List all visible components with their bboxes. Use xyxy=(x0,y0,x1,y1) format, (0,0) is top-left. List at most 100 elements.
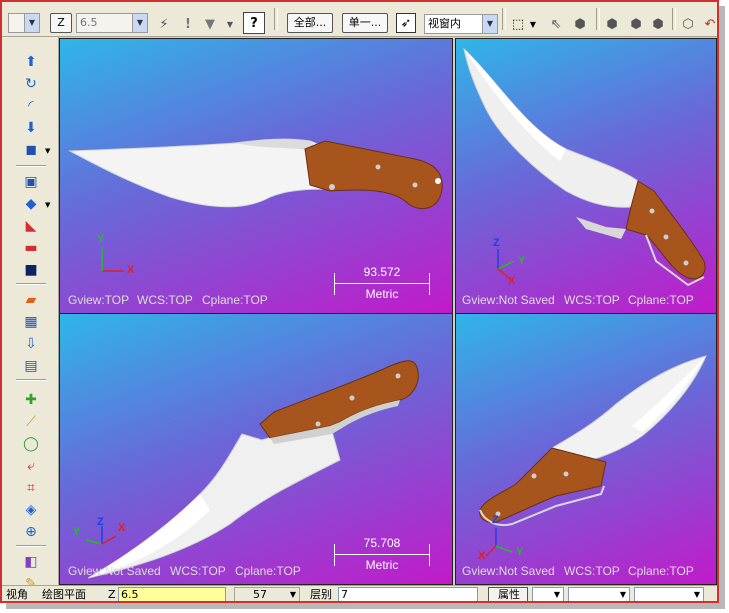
chevron-down-icon[interactable]: ▼ xyxy=(45,147,50,155)
toolbar-separator xyxy=(672,8,676,30)
chevron-down-icon: ▼ xyxy=(24,14,39,32)
line-style-select[interactable]: ▼ xyxy=(568,587,630,601)
mask-dropdown-icon[interactable]: ▼ xyxy=(224,14,236,34)
select-single-button[interactable]: 单一... xyxy=(342,13,388,33)
arc-icon[interactable]: ◜ xyxy=(22,97,40,115)
viewport-bottom-right[interactable]: Z X Y Gview:Not Saved WCS:TOP Cplane:TOP xyxy=(455,313,717,585)
solid-select-icon[interactable]: ⬢ xyxy=(570,14,590,34)
transform-icon[interactable]: ◧ xyxy=(22,553,40,571)
scale-value: 93.572 xyxy=(363,265,401,279)
axis-x-label: X xyxy=(118,522,126,534)
lightning-icon[interactable]: ⚡ xyxy=(154,14,174,34)
chevron-down-icon: ▼ xyxy=(619,590,626,599)
knife-model-iso-3 xyxy=(479,355,707,557)
chevron-down-icon[interactable]: ▼ xyxy=(45,201,50,209)
chevron-down-icon: ▼ xyxy=(132,14,147,32)
axis-x-label: X xyxy=(127,264,135,276)
attribute-button[interactable]: 属性 xyxy=(488,587,528,601)
axis-z-label: Z xyxy=(493,237,500,249)
window-shadow-bottom xyxy=(6,603,725,609)
wcs-label: WCS:TOP xyxy=(170,564,226,578)
polyline-icon[interactable]: ⤶ xyxy=(22,457,40,475)
select-single-label: 单一... xyxy=(348,16,382,29)
undo-icon[interactable]: ↶ xyxy=(700,14,717,34)
scale-line xyxy=(334,554,430,555)
viewport-top-right[interactable]: Z Y X Gview:Not Saved WCS:TOP Cplane:TOP xyxy=(455,38,717,314)
z-value-input[interactable]: 6.5 xyxy=(118,587,226,601)
wcs-label: WCS:TOP xyxy=(564,293,620,307)
cube-shade-icon[interactable]: ◼ xyxy=(22,141,40,159)
z-label[interactable]: Z xyxy=(108,588,116,601)
toolbar-separator xyxy=(16,379,46,381)
arrow-cursor-icon[interactable]: ⇖ xyxy=(546,14,566,34)
toolbar-separator xyxy=(16,283,46,285)
chevron-down-icon: ▼ xyxy=(553,590,560,599)
mask-filter-icon[interactable]: ▼ xyxy=(200,14,220,34)
wire-icon[interactable]: ⬢ xyxy=(626,14,646,34)
chevron-down-icon: ▼ xyxy=(482,15,497,33)
gview-label: Gview:Not Saved xyxy=(68,564,161,578)
chevron-down-icon: ▼ xyxy=(289,590,296,599)
select-window-icon[interactable]: ⬚ xyxy=(508,14,528,34)
viewport-top-left[interactable]: Y X 93.572 Metric Gview:TOP WCS:TOP Cpla… xyxy=(59,38,453,314)
down-arrow-icon[interactable]: ⬇ xyxy=(22,119,40,137)
rectangle-icon[interactable]: ⌗ xyxy=(22,479,40,497)
level-label[interactable]: 层别 xyxy=(310,588,332,601)
toolbar-separator xyxy=(274,8,278,30)
chamfer-icon[interactable]: ▬ xyxy=(22,239,40,257)
wcs-label: WCS:TOP xyxy=(564,564,620,578)
cplane-label: Cplane:TOP xyxy=(235,564,301,578)
axis-y-label: Y xyxy=(518,255,526,267)
toolbar-separator xyxy=(16,545,46,547)
add-icon[interactable]: ✚ xyxy=(22,391,40,409)
solid-manager-icon[interactable]: ▤ xyxy=(22,357,40,375)
axis-x-label: X xyxy=(478,550,486,562)
fillet-icon[interactable]: ◣ xyxy=(22,217,40,235)
point-style-select[interactable]: ▼ xyxy=(532,587,564,601)
z-depth-button[interactable]: Z xyxy=(50,13,72,33)
up-arrow-icon[interactable]: ⬆ xyxy=(22,53,40,71)
circle-icon[interactable]: ◯ xyxy=(22,435,40,453)
attribute-label: 属性 xyxy=(498,588,520,601)
rotate-icon[interactable]: ↻ xyxy=(22,75,40,93)
select-all-button[interactable]: 全部... xyxy=(287,13,333,33)
z-depth-value: 6.5 xyxy=(80,16,98,29)
hidden-line-icon[interactable]: ⬢ xyxy=(648,14,668,34)
box-outline-icon[interactable]: ▣ xyxy=(22,173,40,191)
view-scope-select[interactable]: 视窗内 ▼ xyxy=(424,14,498,34)
line-icon[interactable]: ⟋ xyxy=(22,413,40,431)
status-bar: 视角 绘图平面 Z 6.5 57 ▼ 层别 7 属性 ▼ ▼ ▼ xyxy=(2,585,717,601)
color-input[interactable]: 57 ▼ xyxy=(234,587,300,601)
solid-layers-icon[interactable]: ▦ xyxy=(22,313,40,331)
cplane-label: Cplane:TOP xyxy=(628,564,694,578)
view-label[interactable]: 视角 xyxy=(6,588,28,601)
target-icon[interactable]: ⊕ xyxy=(22,523,40,541)
selection-mode-icon[interactable]: ➶ xyxy=(396,13,416,33)
z-value: 6.5 xyxy=(121,588,139,601)
wcs-label: WCS:TOP xyxy=(137,293,193,307)
toolbar-separator xyxy=(596,8,600,30)
surface-icon[interactable]: ◈ xyxy=(22,501,40,519)
z-depth-input[interactable]: 6.5 ▼ xyxy=(76,13,148,33)
shell-icon[interactable]: ■ xyxy=(22,261,40,279)
extrude-icon[interactable]: ⇩ xyxy=(22,335,40,353)
chevron-down-icon: ▼ xyxy=(693,590,700,599)
shade-icon[interactable]: ⬢ xyxy=(602,14,622,34)
construction-mode-field[interactable]: ▼ xyxy=(8,13,40,33)
exclamation-icon[interactable]: ! xyxy=(178,14,198,34)
level-input[interactable]: 7 xyxy=(338,587,478,601)
chevron-down-icon[interactable]: ▼ xyxy=(528,14,538,34)
main-window: ▼ Z 6.5 ▼ ⚡ ! ▼ ▼ ? 全部... 单一... ➶ 视窗内 ▼ … xyxy=(0,0,719,603)
toolbar-separator xyxy=(502,8,506,30)
cplane-label: Cplane:TOP xyxy=(202,293,268,307)
line-width-select[interactable]: ▼ xyxy=(634,587,704,601)
solid-icon[interactable]: ◆ xyxy=(22,195,40,213)
plane-label[interactable]: 绘图平面 xyxy=(42,588,86,601)
axis-z-label: Z xyxy=(492,514,499,526)
cube-icon[interactable]: ⬡ xyxy=(678,14,698,34)
color-value: 57 xyxy=(253,588,267,601)
z-label: Z xyxy=(57,16,65,29)
viewport-bottom-left[interactable]: Y Z X 75.708 Metric Gview:Not Saved WCS:… xyxy=(59,313,453,585)
boolean-add-icon[interactable]: ▰ xyxy=(22,291,40,309)
help-icon[interactable]: ? xyxy=(243,12,265,34)
